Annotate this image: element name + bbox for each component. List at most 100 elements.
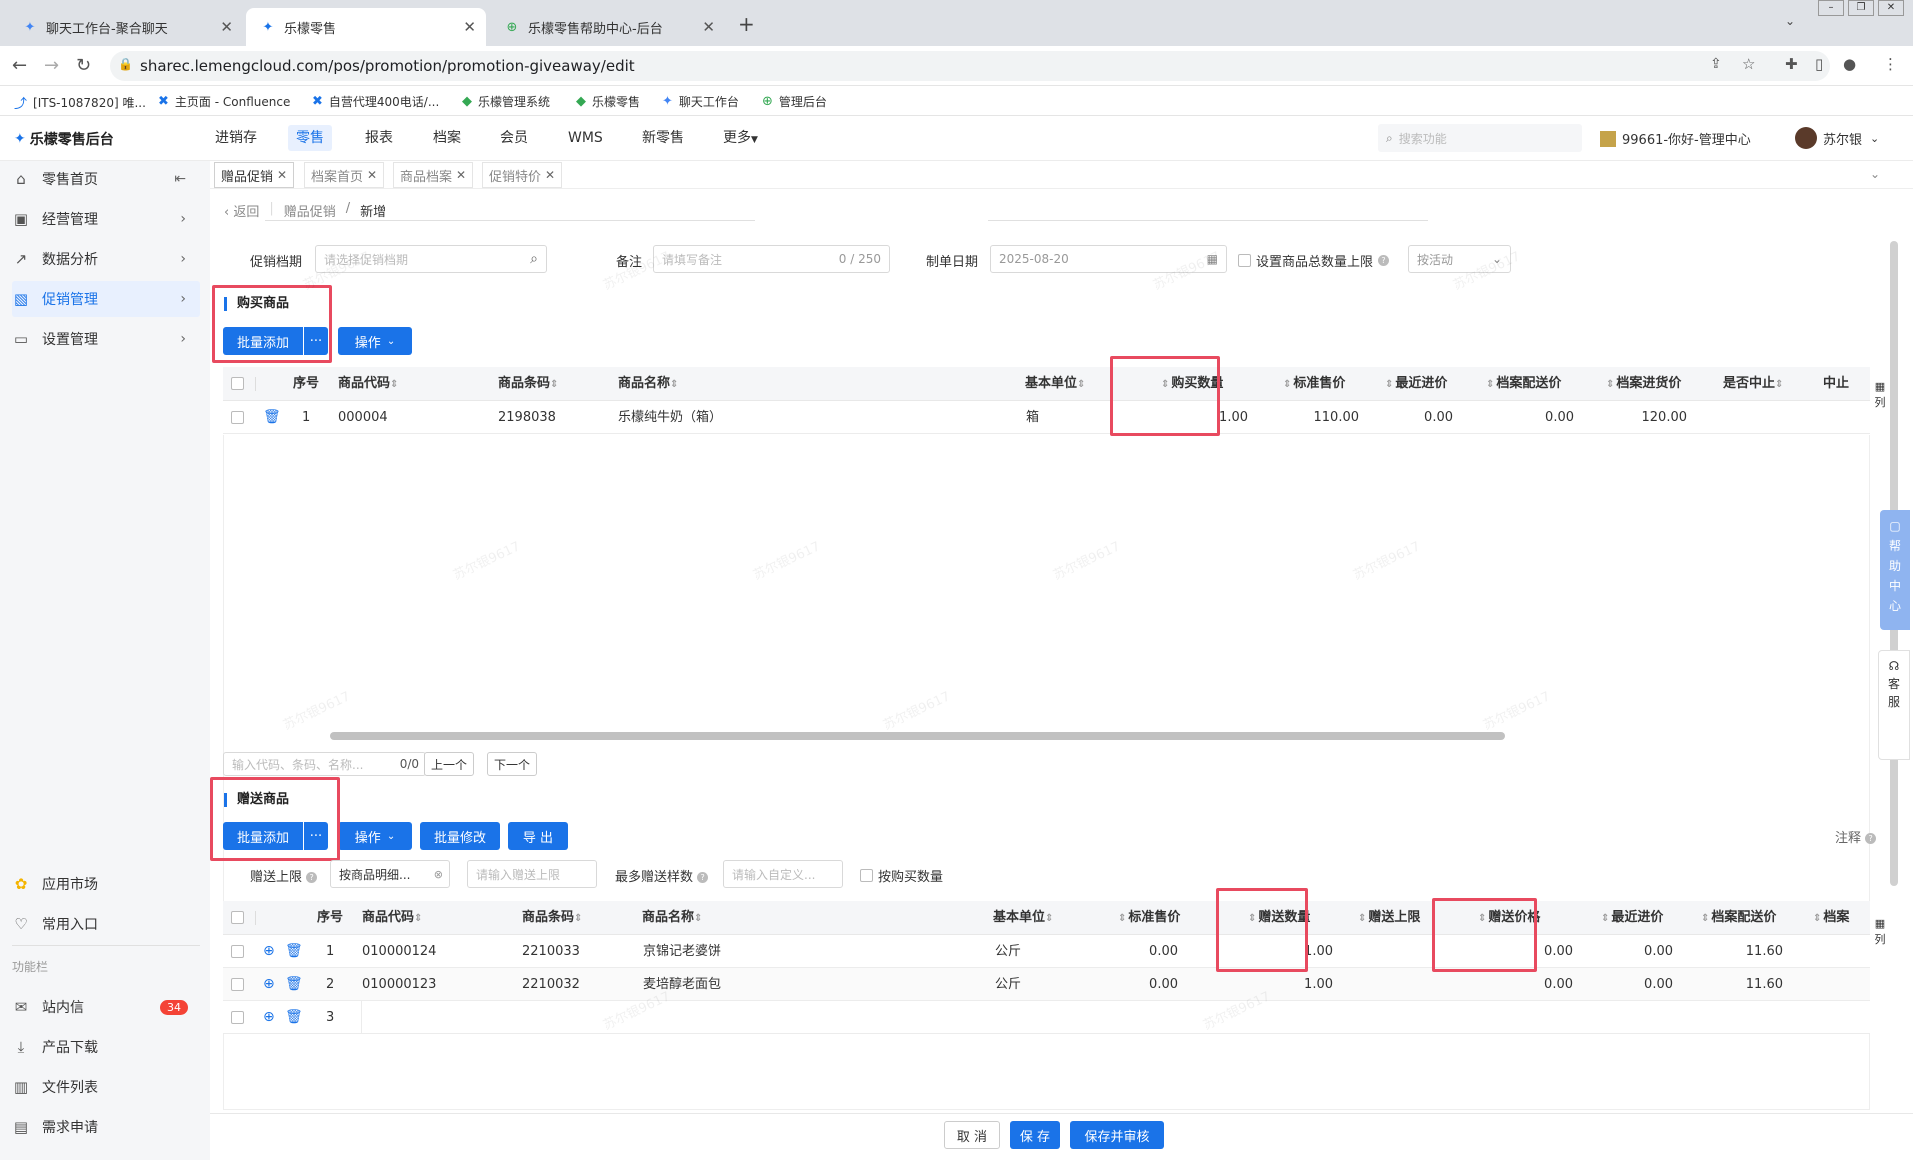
close-tab-icon[interactable]: ✕ [220, 18, 233, 36]
cancel-button[interactable]: 取 消 [944, 1121, 1000, 1149]
buy-batch-add-button[interactable]: 批量添加 [223, 327, 303, 355]
column-header[interactable]: ⇕ 档案进货价 [1606, 367, 1681, 401]
store-selector[interactable]: 99661-你好-管理中心 [1600, 129, 1751, 148]
new-tab-icon[interactable]: + [738, 12, 755, 36]
url-input[interactable]: 🔒 sharec.lemengcloud.com/pos/promotion/p… [110, 51, 1830, 81]
table-row[interactable]: 🗑 1 000004 2198038 乐檬纯牛奶（箱） 箱 1.00 110.0… [223, 401, 1870, 434]
customer-service-tab[interactable]: ☊ 客服 [1878, 650, 1910, 760]
share-icon[interactable]: ⇪ [1710, 56, 1722, 72]
add-row-icon[interactable]: ⊕ [263, 1001, 275, 1034]
profile-icon[interactable]: ● [1843, 55, 1856, 73]
delete-icon[interactable]: 🗑 [263, 401, 281, 434]
close-icon[interactable]: ✕ [545, 168, 555, 182]
sidepanel-icon[interactable]: ▯ [1815, 55, 1823, 73]
column-header[interactable]: ⇕ 档案配送价 [1486, 367, 1561, 401]
browser-tab-active[interactable]: ✦ 乐檬零售 ✕ [246, 8, 486, 46]
page-tab-archive-home[interactable]: 档案首页 ✕ [304, 162, 385, 188]
gift-limit-input[interactable]: 请输入赠送上限 [467, 860, 597, 888]
close-icon[interactable]: ✕ [367, 168, 377, 182]
cell-gift-qty[interactable]: 1.00 [1263, 968, 1333, 1001]
row-checkbox[interactable] [231, 978, 244, 991]
horizontal-scrollbar[interactable] [330, 732, 1505, 740]
table-row[interactable]: ⊕ 🗑 1 010000124 2210033 京锦记老婆饼 公斤 0.00 1… [223, 935, 1870, 968]
minimize-icon[interactable]: – [1818, 0, 1844, 16]
bookmark-item[interactable]: ◆ 乐檬管理系统 [462, 93, 550, 110]
save-audit-button[interactable]: 保存并审核 [1070, 1121, 1164, 1149]
sidebar-item-request[interactable]: ▤ 需求申请 [12, 1109, 200, 1145]
page-tab-gift-promo[interactable]: 赠品促销 ✕ [214, 162, 295, 188]
gift-batch-add-button[interactable]: 批量添加 [223, 822, 303, 850]
menu-icon[interactable]: ⋮ [1883, 55, 1898, 73]
column-header[interactable]: 商品名称⇕ [642, 901, 704, 935]
note-link[interactable]: 注释 ? [1835, 827, 1877, 846]
restore-icon[interactable]: ❐ [1848, 0, 1874, 16]
sidebar-item-download[interactable]: ⤓ 产品下载 [12, 1029, 200, 1065]
column-header[interactable]: ⇕ 档案 [1813, 901, 1849, 935]
sidebar-item-promotion[interactable]: ▧ 促销管理 › [12, 281, 200, 317]
tab-search-icon[interactable]: ⌄ [1785, 14, 1795, 28]
row-checkbox[interactable] [231, 1011, 244, 1024]
collapse-icon[interactable]: ⇤ [174, 171, 186, 187]
nav-retail[interactable]: 零售 [288, 116, 332, 161]
buy-more-button[interactable]: ··· [304, 327, 328, 355]
bookmark-item[interactable]: ✖ 主页面 - Confluence [158, 93, 290, 110]
app-logo[interactable]: ✦ 乐檬零售后台 [14, 129, 114, 149]
bookmark-item[interactable]: ✦ 聊天工作台 [662, 93, 739, 110]
save-button[interactable]: 保 存 [1010, 1121, 1060, 1149]
nav-inventory[interactable]: 进销存 [215, 116, 257, 161]
help-center-tab[interactable]: ▢ 帮助中心 [1880, 510, 1910, 630]
buy-operate-button[interactable]: 操作 ⌄ [338, 327, 412, 355]
page-tab-product-archive[interactable]: 商品档案 ✕ [393, 162, 474, 188]
browser-tab[interactable]: ✦ 聊天工作台-聚合聊天 ✕ [8, 8, 243, 46]
sidebar-item-settings[interactable]: ▭ 设置管理 › [12, 321, 200, 357]
delete-icon[interactable]: 🗑 [285, 968, 303, 1001]
by-buy-qty-checkbox[interactable] [860, 869, 873, 882]
sidebar-item-inbox[interactable]: ✉ 站内信 34 [12, 989, 200, 1025]
column-header[interactable]: 商品条码⇕ [522, 901, 584, 935]
nav-archives[interactable]: 档案 [433, 116, 461, 161]
column-header[interactable]: 是否中止⇕ [1723, 367, 1785, 401]
add-row-icon[interactable]: ⊕ [263, 968, 275, 1001]
by-buy-qty-option[interactable]: 按购买数量 [860, 866, 943, 885]
user-menu[interactable]: 苏尔银 ⌄ [1795, 127, 1879, 149]
bookmark-item[interactable]: ⤴ [ITS-1087820] 唯... [14, 93, 146, 112]
select-all-checkbox[interactable] [231, 377, 244, 390]
buy-search-input[interactable]: 输入代码、条码、名称... 0/0 [223, 752, 426, 776]
nav-members[interactable]: 会员 [500, 116, 528, 161]
star-icon[interactable]: ☆ [1742, 55, 1755, 73]
nav-reports[interactable]: 报表 [365, 116, 393, 161]
nav-new-retail[interactable]: 新零售 [642, 116, 684, 161]
cell-gift-limit[interactable] [1358, 968, 1428, 1001]
cell-buy-qty[interactable]: 1.00 [1178, 401, 1248, 434]
back-icon[interactable]: ← [12, 55, 27, 76]
next-button[interactable]: 下一个 [487, 752, 537, 776]
total-limit-checkbox[interactable] [1238, 254, 1251, 267]
column-header[interactable]: ⇕ 标准售价 [1283, 367, 1345, 401]
prev-button[interactable]: 上一个 [424, 752, 474, 776]
sidebar-item-favorites[interactable]: ♡ 常用入口 [12, 906, 200, 942]
cell-gift-limit[interactable] [1358, 935, 1428, 968]
table-row[interactable]: ⊕ 🗑 3 [223, 1001, 1870, 1034]
close-window-icon[interactable]: ✕ [1878, 0, 1904, 16]
close-tab-icon[interactable]: ✕ [463, 18, 476, 36]
remark-input[interactable]: 请填写备注 0 / 250 [653, 245, 890, 273]
column-header[interactable]: ⇕ 最近进价 [1385, 367, 1447, 401]
column-header[interactable]: ⇕ 赠送价格 [1478, 901, 1540, 935]
max-kinds-input[interactable]: 请输入自定义... [723, 860, 843, 888]
clear-icon[interactable]: ⊗ [434, 868, 443, 881]
column-header[interactable]: 商品代码⇕ [362, 901, 424, 935]
column-header[interactable]: ⇕ 赠送上限 [1358, 901, 1420, 935]
browser-tab[interactable]: ⊕ 乐檬零售帮助中心-后台 ✕ [490, 8, 725, 46]
row-checkbox[interactable] [231, 945, 244, 958]
column-header[interactable]: 商品代码⇕ [338, 367, 400, 401]
total-limit-option[interactable]: 设置商品总数量上限 ? [1238, 251, 1390, 270]
column-settings[interactable]: ▦ 列 [1872, 916, 1888, 948]
column-header[interactable]: ⇕ 购买数量 [1161, 367, 1223, 401]
export-button[interactable]: 导 出 [508, 822, 568, 850]
sidebar-item-analytics[interactable]: ↗ 数据分析 › [12, 241, 200, 277]
delete-icon[interactable]: 🗑 [285, 1001, 303, 1034]
back-link[interactable]: ‹ 返回 [224, 201, 259, 220]
batch-edit-button[interactable]: 批量修改 [420, 822, 500, 850]
column-header[interactable]: ⇕ 最近进价 [1601, 901, 1663, 935]
column-header[interactable]: 商品名称⇕ [618, 367, 680, 401]
